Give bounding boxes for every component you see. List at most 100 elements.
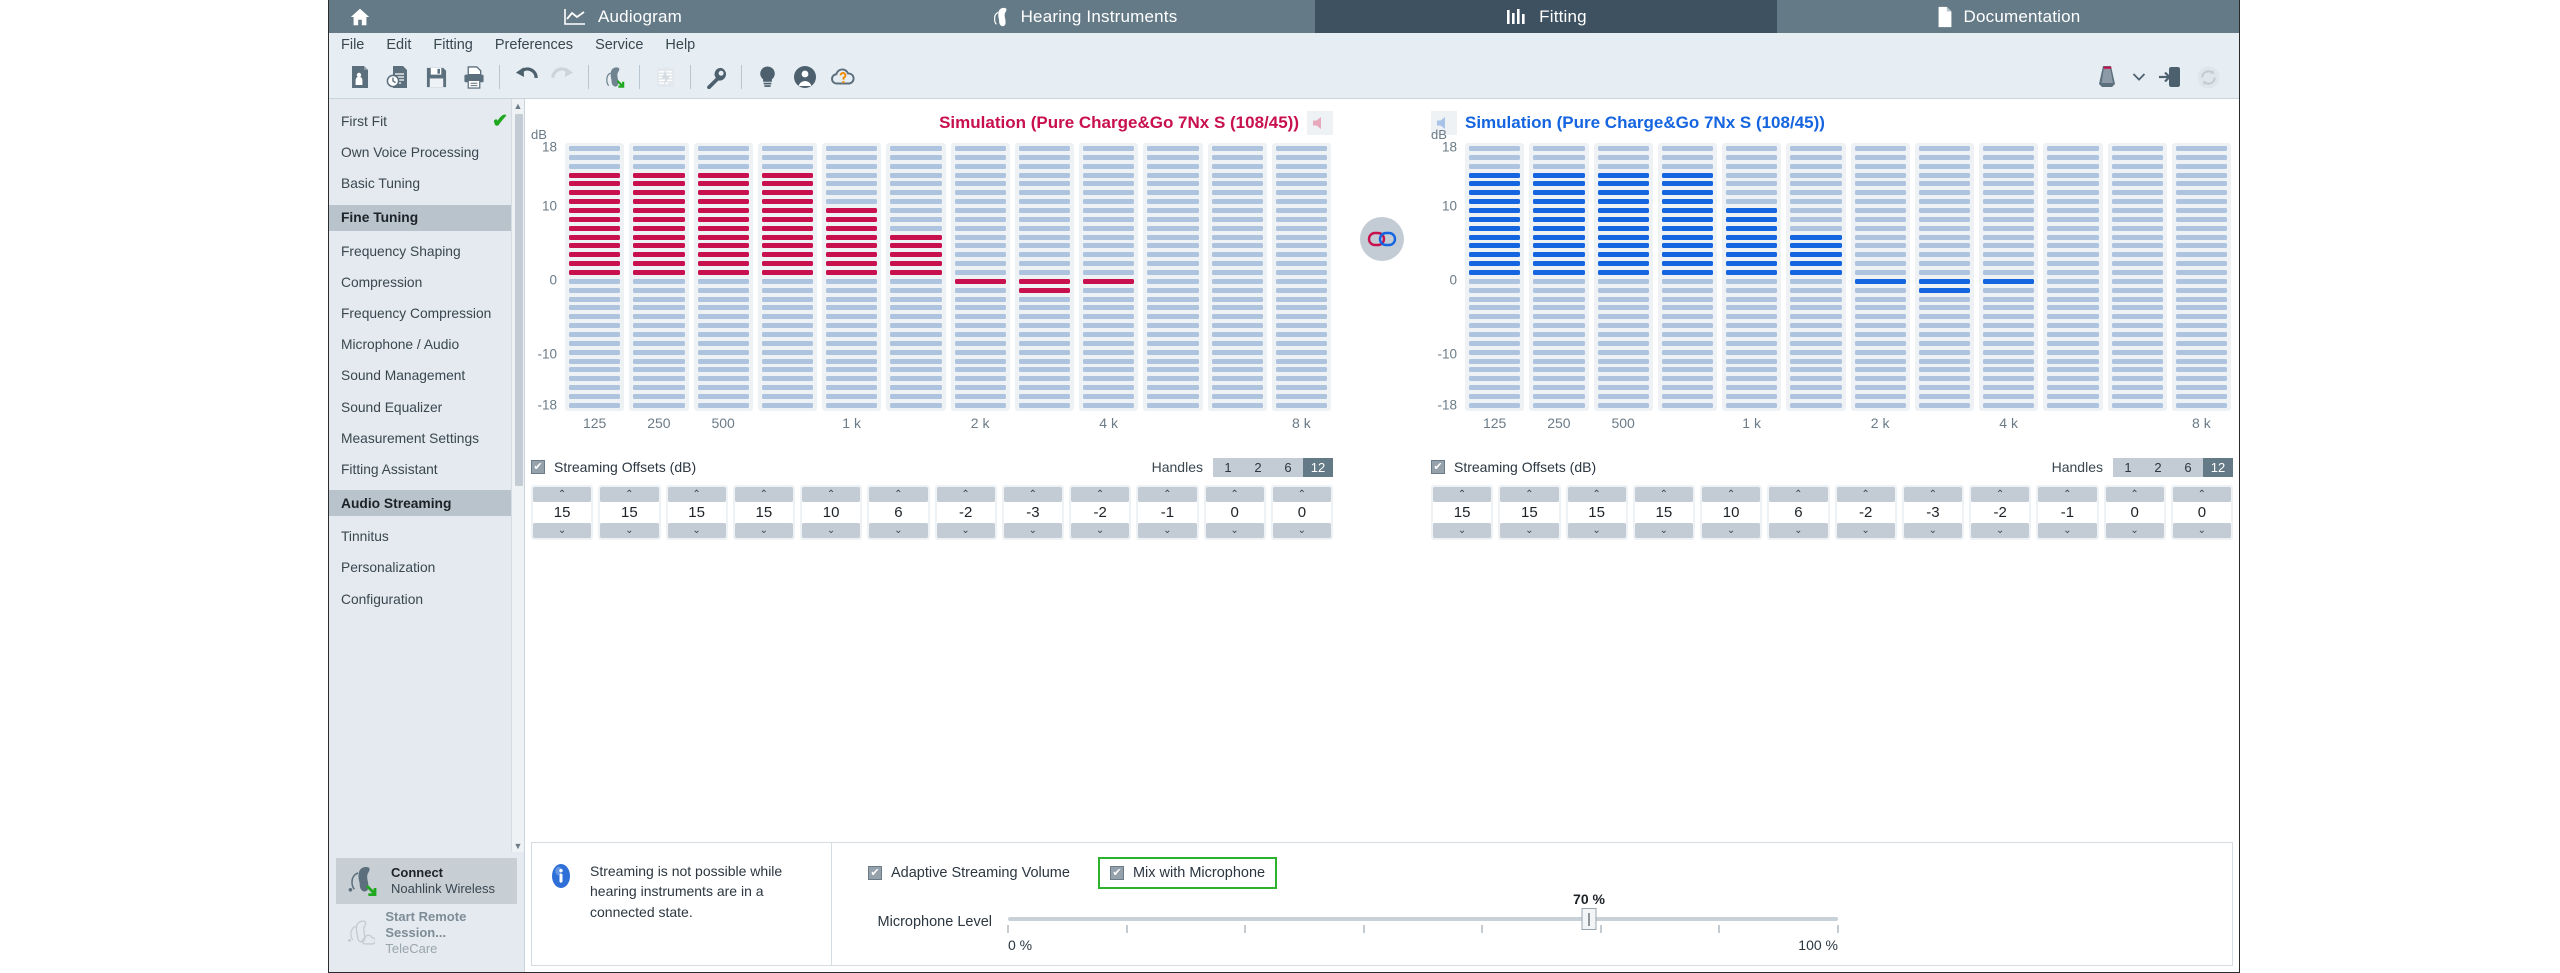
spinner-value[interactable]: -2 [1836,502,1895,523]
spinner-value[interactable]: 10 [1702,502,1761,523]
right-handles-option-12[interactable]: 12 [2203,457,2233,477]
sidebar-item-fitting-assistant[interactable]: Fitting Assistant [329,459,524,480]
spinner-up-icon[interactable]: ⌃ [1634,487,1693,502]
bar-column[interactable] [1850,143,1910,411]
print-button[interactable] [455,60,493,94]
spinner-up-icon[interactable]: ⌃ [1903,487,1962,502]
spinner-up-icon[interactable]: ⌃ [1205,487,1264,502]
offset-spinner[interactable]: ⌃ -2 ⌄ [934,485,997,540]
left-handles-option-1[interactable]: 1 [1213,457,1243,477]
sidebar-item-own-voice-processing[interactable]: Own Voice Processing [329,142,524,163]
spinner-up-icon[interactable]: ⌃ [936,487,995,502]
spinner-value[interactable]: 15 [1567,502,1626,523]
mix-with-microphone-checkbox[interactable] [1109,866,1124,880]
spinner-value[interactable]: 0 [1272,502,1331,523]
offset-spinner[interactable]: ⌃ 6 ⌄ [867,485,930,540]
spinner-down-icon[interactable]: ⌄ [869,523,928,538]
spinner-down-icon[interactable]: ⌄ [1138,523,1197,538]
spinner-value[interactable]: 0 [2105,502,2164,523]
bar-column[interactable] [693,143,753,411]
bar-column[interactable] [1593,143,1653,411]
bar-column[interactable] [2107,143,2167,411]
bar-column[interactable] [2043,143,2103,411]
spinner-up-icon[interactable]: ⌃ [1500,487,1559,502]
home-button[interactable] [329,0,391,33]
left-bar-columns[interactable] [565,143,1331,411]
spinner-up-icon[interactable]: ⌃ [2105,487,2164,502]
spinner-down-icon[interactable]: ⌄ [1567,523,1626,538]
undo-button[interactable] [506,60,544,94]
spinner-down-icon[interactable]: ⌄ [1071,523,1130,538]
sidebar-item-audio-streaming[interactable]: Audio Streaming [329,490,524,517]
spinner-value[interactable]: 15 [533,502,592,523]
spinner-up-icon[interactable]: ⌃ [1567,487,1626,502]
menu-item-file[interactable]: File [341,37,364,53]
sidebar-item-first-fit[interactable]: First Fit ✔ [329,111,524,132]
bar-column[interactable] [2171,143,2231,411]
right-bar-columns[interactable] [1465,143,2231,411]
spinner-up-icon[interactable]: ⌃ [1138,487,1197,502]
device-dropdown-button[interactable] [2127,60,2151,94]
offset-spinner[interactable]: ⌃ 0 ⌄ [2170,485,2233,540]
bar-column[interactable] [1786,143,1846,411]
adaptive-streaming-volume-checkbox[interactable] [868,866,882,880]
cloud-help-button[interactable] [824,60,862,94]
spinner-value[interactable]: -2 [1971,502,2030,523]
spinner-value[interactable]: 15 [667,502,726,523]
spinner-down-icon[interactable]: ⌄ [1003,523,1062,538]
spinner-down-icon[interactable]: ⌄ [2038,523,2097,538]
left-handles-option-6[interactable]: 6 [1273,457,1303,477]
offset-spinner[interactable]: ⌃ 6 ⌄ [1767,485,1830,540]
module-tab-hearing-instruments[interactable]: Hearing Instruments [853,0,1315,33]
bar-column[interactable] [822,143,882,411]
spinner-up-icon[interactable]: ⌃ [1971,487,2030,502]
sidebar-item-tinnitus[interactable]: Tinnitus [329,526,524,547]
spinner-down-icon[interactable]: ⌄ [1433,523,1492,538]
spinner-down-icon[interactable]: ⌄ [734,523,793,538]
scrollbar-thumb[interactable] [515,114,523,486]
offset-spinner[interactable]: ⌃ -3 ⌄ [1001,485,1064,540]
offset-spinner[interactable]: ⌃ 0 ⌄ [1270,485,1333,540]
bar-column[interactable] [886,143,946,411]
bar-column[interactable] [1465,143,1525,411]
scroll-down-icon[interactable]: ▼ [512,839,524,852]
offset-spinner[interactable]: ⌃ 15 ⌄ [1632,485,1695,540]
right-handles-option-1[interactable]: 1 [2113,457,2143,477]
offset-spinner[interactable]: ⌃ 10 ⌄ [800,485,863,540]
bar-column[interactable] [1657,143,1717,411]
connect-instrument-button[interactable] [595,60,633,94]
menu-item-edit[interactable]: Edit [386,37,411,53]
spinner-up-icon[interactable]: ⌃ [802,487,861,502]
offset-spinner[interactable]: ⌃ 15 ⌄ [1431,485,1494,540]
sidebar-item-sound-equalizer[interactable]: Sound Equalizer [329,397,524,418]
right-handles-option-6[interactable]: 6 [2173,457,2203,477]
spinner-value[interactable]: 15 [1634,502,1693,523]
sidebar-item-sound-management[interactable]: Sound Management [329,365,524,386]
sidebar-item-basic-tuning[interactable]: Basic Tuning [329,173,524,194]
spinner-down-icon[interactable]: ⌄ [1702,523,1761,538]
spinner-value[interactable]: 0 [1205,502,1264,523]
sidebar-item-microphone-audio[interactable]: Microphone / Audio [329,334,524,355]
scroll-up-icon[interactable]: ▲ [512,99,524,112]
right-handles-option-2[interactable]: 2 [2143,457,2173,477]
sidebar-item-frequency-shaping[interactable]: Frequency Shaping [329,241,524,262]
spinner-value[interactable]: -1 [1138,502,1197,523]
offset-spinner[interactable]: ⌃ 0 ⌄ [1203,485,1266,540]
save-button[interactable] [417,60,455,94]
spinner-value[interactable]: 15 [1433,502,1492,523]
login-button[interactable] [2151,60,2189,94]
bar-column[interactable] [629,143,689,411]
left-handles-option-12[interactable]: 12 [1303,457,1333,477]
spinner-down-icon[interactable]: ⌄ [2172,523,2231,538]
spinner-down-icon[interactable]: ⌄ [2105,523,2164,538]
offset-spinner[interactable]: ⌃ 15 ⌄ [732,485,795,540]
spinner-up-icon[interactable]: ⌃ [1836,487,1895,502]
spinner-down-icon[interactable]: ⌄ [1836,523,1895,538]
bar-column[interactable] [1722,143,1782,411]
spinner-down-icon[interactable]: ⌄ [1205,523,1264,538]
offset-spinner[interactable]: ⌃ -2 ⌄ [1969,485,2032,540]
sidebar-scrollbar[interactable]: ▲ ▼ [511,99,524,852]
spinner-up-icon[interactable]: ⌃ [1702,487,1761,502]
spinner-value[interactable]: 0 [2172,502,2231,523]
module-tab-fitting[interactable]: Fitting [1315,0,1777,33]
